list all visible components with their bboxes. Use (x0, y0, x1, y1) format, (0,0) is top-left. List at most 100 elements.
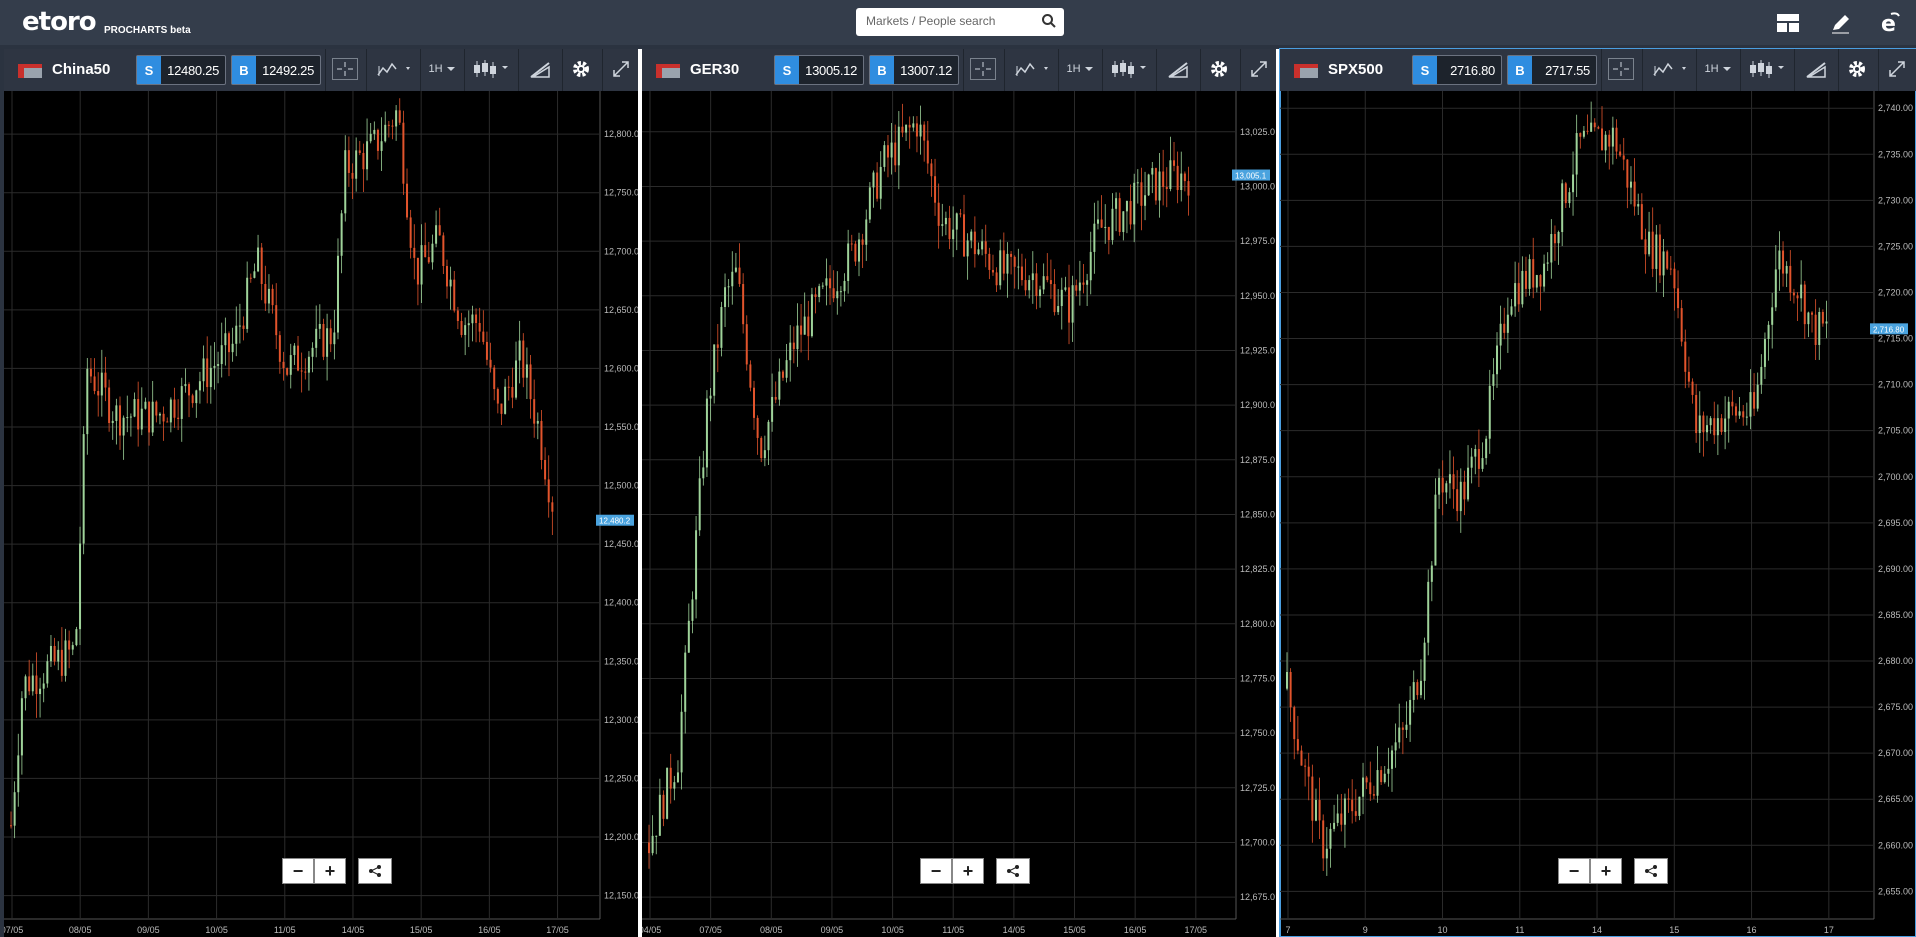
candle (1644, 239, 1647, 255)
layout-icon[interactable] (1774, 9, 1802, 37)
candle (963, 214, 966, 257)
candle (536, 420, 539, 424)
drawing-tools-icon[interactable] (1798, 55, 1834, 83)
share-button[interactable] (996, 858, 1030, 884)
candle (800, 325, 803, 335)
zoom-out-button[interactable]: − (1558, 858, 1590, 884)
buy-price-button[interactable]: B 13007.12 (869, 55, 959, 85)
x-tick-label: 14/05 (342, 925, 365, 935)
x-tick-label: 10/05 (881, 925, 904, 935)
candle (861, 239, 864, 245)
y-tick-label: 12,750.0 (604, 188, 639, 198)
price-chart[interactable]: 12,800.0 12,750.0 12,700.0 12,650.0 12,600.0… (4, 91, 642, 937)
timeframe-dropdown[interactable]: 1H (424, 55, 460, 83)
y-tick-label: 12,875.0 (1240, 455, 1275, 465)
candle (387, 124, 390, 126)
etoro-e-icon[interactable]: e (1876, 9, 1904, 37)
zoom-in-button[interactable]: + (1590, 858, 1622, 884)
candle (1496, 345, 1499, 375)
buy-price-button[interactable]: B 2717.55 (1507, 55, 1597, 85)
y-tick-label: 2,680.00 (1878, 656, 1913, 666)
search-box[interactable] (856, 8, 1064, 36)
candle (344, 150, 347, 214)
search-input[interactable] (866, 14, 1036, 28)
candle (1017, 266, 1020, 268)
instrument-symbol[interactable]: SPX500 (1328, 61, 1383, 78)
gear-icon[interactable] (1204, 55, 1234, 83)
sell-price-button[interactable]: S 12480.25 (136, 55, 226, 85)
candle (1459, 481, 1462, 512)
candle (709, 395, 712, 399)
candle (1078, 282, 1081, 291)
candle (778, 371, 781, 400)
x-tick-label: 15/05 (410, 925, 433, 935)
crosshair-icon[interactable] (1606, 55, 1636, 83)
candle (1104, 226, 1107, 228)
drawing-tools-icon[interactable] (522, 55, 558, 83)
candle-type-icon[interactable] (1746, 55, 1790, 83)
sell-price-button[interactable]: S 2716.80 (1412, 55, 1502, 85)
candle (883, 145, 886, 167)
crosshair-icon[interactable] (330, 55, 360, 83)
candle (930, 163, 933, 177)
y-tick-label: 2,655.00 (1878, 886, 1913, 896)
drawing-tools-icon[interactable] (1160, 55, 1196, 83)
y-tick-label: 2,730.00 (1878, 195, 1913, 205)
candle (1506, 314, 1509, 333)
chart-panel-china50[interactable]: China50 S 12480.25 B 12492.25 1H 12,800.… (4, 49, 642, 937)
candle (271, 288, 274, 306)
candle (264, 283, 267, 304)
candle (478, 323, 481, 332)
chart-panel-ger30[interactable]: GER30 S 13005.12 B 13007.12 1H 13,025.0 … (642, 49, 1278, 937)
candle (402, 122, 405, 184)
zoom-in-button[interactable]: + (314, 858, 346, 884)
candle (111, 420, 114, 423)
search-icon[interactable] (1041, 13, 1057, 34)
timeframe-dropdown[interactable]: 1H (1700, 55, 1736, 83)
candle (1111, 208, 1114, 241)
candle (420, 245, 423, 285)
crosshair-icon[interactable] (968, 55, 998, 83)
zoom-in-button[interactable]: + (952, 858, 984, 884)
candle-type-icon[interactable] (1108, 55, 1152, 83)
buy-price: 13007.12 (900, 62, 952, 78)
buy-label: B (870, 56, 894, 84)
chart-panel-spx500[interactable]: SPX500 S 2716.80 B 2717.55 1H 2,740.00 2… (1279, 48, 1916, 937)
candle (275, 305, 278, 336)
indicators-icon[interactable] (374, 55, 418, 83)
etoro-logo[interactable]: etoro (22, 7, 97, 37)
expand-icon[interactable] (606, 55, 636, 83)
candle (547, 479, 550, 503)
candle (115, 405, 118, 421)
expand-icon[interactable] (1244, 55, 1274, 83)
candle (1792, 292, 1795, 296)
x-tick-label: 09/05 (137, 925, 160, 935)
gear-icon[interactable] (1842, 55, 1872, 83)
price-chart[interactable]: 2,740.00 2,735.00 2,730.00 2,725.00 2,720.00… (1280, 91, 1916, 937)
candle (336, 255, 339, 333)
price-chart[interactable]: 13,025.0 13,000.0 12,975.0 12,950.0 12,925.0… (642, 91, 1278, 937)
zoom-out-button[interactable]: − (920, 858, 952, 884)
candle (1467, 467, 1470, 500)
share-button[interactable] (358, 858, 392, 884)
timeframe-dropdown[interactable]: 1H (1062, 55, 1098, 83)
indicators-icon[interactable] (1012, 55, 1056, 83)
candle (767, 421, 770, 451)
zoom-out-button[interactable]: − (282, 858, 314, 884)
candle (818, 286, 821, 298)
expand-icon[interactable] (1882, 55, 1912, 83)
candle (658, 794, 661, 836)
gear-icon[interactable] (566, 55, 596, 83)
y-tick-label: 2,710.00 (1878, 380, 1913, 390)
indicators-icon[interactable] (1650, 55, 1694, 83)
sell-price-button[interactable]: S 13005.12 (774, 55, 864, 85)
candle (698, 478, 701, 531)
share-button[interactable] (1634, 858, 1668, 884)
candle (1546, 262, 1549, 264)
candle (1821, 311, 1824, 324)
candle-type-icon[interactable] (470, 55, 514, 83)
instrument-symbol[interactable]: China50 (52, 61, 110, 78)
instrument-symbol[interactable]: GER30 (690, 61, 739, 78)
pencil-icon[interactable] (1827, 9, 1855, 37)
buy-price-button[interactable]: B 12492.25 (231, 55, 321, 85)
